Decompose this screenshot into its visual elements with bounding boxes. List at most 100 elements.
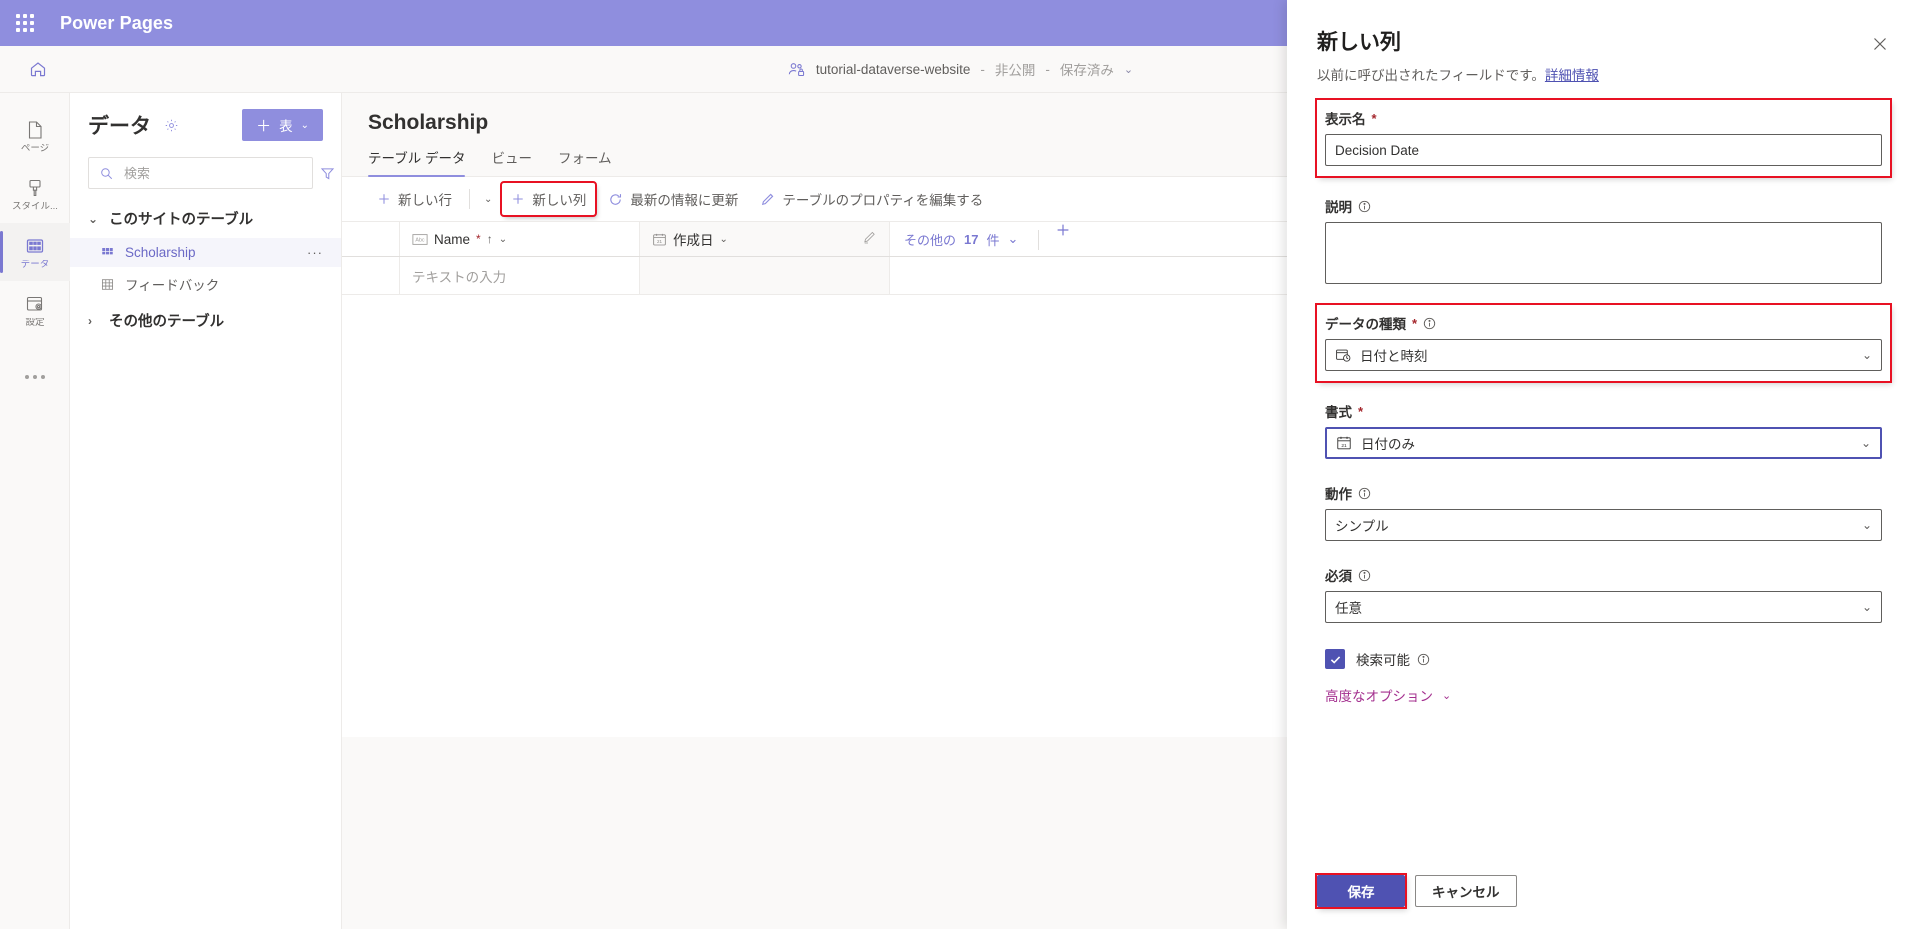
sidebar-item-data[interactable]: データ [0, 223, 70, 281]
brand-title: Power Pages [60, 13, 173, 34]
refresh-icon [608, 192, 623, 207]
required-marker: * [1372, 111, 1377, 126]
field-data-type: データの種類 * [1317, 305, 1890, 381]
description-textarea[interactable] [1325, 222, 1882, 284]
behavior-select[interactable]: シンプル ⌄ [1325, 509, 1882, 541]
tree-item-overflow-icon[interactable]: ··· [307, 245, 323, 260]
chevron-down-icon: ⌄ [1861, 436, 1871, 450]
app-launcher-icon[interactable] [16, 14, 34, 32]
sidebar-item-settings[interactable]: 設定 [0, 281, 70, 339]
page-icon [24, 119, 46, 141]
sidebar-item-label: 設定 [25, 318, 44, 328]
data-type-select[interactable]: 日付と時刻 ⌄ [1325, 339, 1882, 371]
tab-table-data[interactable]: テーブル データ [368, 147, 465, 176]
cell-created-on[interactable] [640, 257, 890, 294]
search-row [70, 151, 341, 199]
tab-views[interactable]: ビュー [491, 147, 532, 176]
tree-item-label: Scholarship [125, 245, 196, 260]
required-value: 任意 [1335, 597, 1362, 617]
new-column-button[interactable]: 新しい列 [502, 183, 595, 215]
format-label: 書式 [1325, 401, 1352, 421]
column-header-label: Name [434, 232, 470, 247]
add-column-button[interactable] [1045, 222, 1081, 256]
display-name-input[interactable] [1325, 134, 1882, 166]
new-row-button[interactable]: 新しい行 [368, 183, 461, 215]
advanced-options-link[interactable]: 高度なオプション ⌄ [1317, 673, 1459, 705]
plus-icon [377, 192, 391, 206]
left-rail: ページ スタイル... データ [0, 93, 70, 929]
required-select[interactable]: 任意 ⌄ [1325, 591, 1882, 623]
chevron-down-icon: ⌄ [1008, 231, 1019, 247]
column-header-label: 作成日 [673, 229, 714, 249]
cancel-button[interactable]: キャンセル [1415, 875, 1517, 907]
people-lock-icon [787, 60, 806, 79]
sidebar-item-styling[interactable]: スタイル... [0, 165, 70, 223]
refresh-button[interactable]: 最新の情報に更新 [599, 183, 747, 215]
info-icon[interactable] [1358, 487, 1371, 500]
more-ellipsis-icon[interactable] [0, 353, 70, 401]
tree-group-other-tables[interactable]: › その他のテーブル [70, 301, 341, 340]
grid-filled-icon [100, 245, 115, 260]
toolbar-divider [469, 189, 470, 209]
close-icon[interactable] [1866, 30, 1894, 58]
save-button[interactable]: 保存 [1317, 875, 1405, 907]
search-icon [99, 166, 114, 181]
chevron-down-icon[interactable]: ⌄ [499, 234, 507, 245]
refresh-label: 最新の情報に更新 [630, 189, 738, 209]
chevron-right-icon: › [88, 314, 100, 328]
column-header-name[interactable]: Abc Name * ↑ ⌄ [400, 222, 640, 256]
searchable-checkbox[interactable] [1325, 649, 1345, 669]
more-columns-count: 17 [964, 232, 978, 247]
chevron-down-icon: ⌄ [1862, 600, 1872, 614]
tree-group-site-tables[interactable]: ⌄ このサイトのテーブル [70, 199, 341, 238]
format-select[interactable]: 21 日付のみ ⌄ [1325, 427, 1882, 459]
column-header-created-on[interactable]: 21 作成日 ⌄ [640, 222, 890, 256]
panel-subtitle-text: 以前に呼び出されたフィールドです。 [1317, 68, 1545, 83]
site-visibility: 非公開 [995, 59, 1036, 79]
required-marker: * [1358, 404, 1363, 419]
more-columns-button[interactable]: その他の 17 件 ⌄ [890, 222, 1032, 256]
required-marker: * [1412, 316, 1417, 331]
new-table-button[interactable]: ＋ 表 ⌄ [242, 109, 323, 141]
site-info[interactable]: tutorial-dataverse-website - 非公開 - 保存済み … [787, 59, 1133, 79]
sidebar-item-label: データ [21, 260, 50, 270]
edit-column-icon[interactable] [862, 230, 877, 248]
search-box[interactable] [88, 157, 313, 189]
info-icon[interactable] [1417, 653, 1430, 666]
sidebar-item-label: スタイル... [12, 202, 58, 212]
field-behavior: 動作 シンプル ⌄ [1317, 475, 1890, 551]
filter-icon[interactable] [319, 157, 336, 189]
search-input[interactable] [122, 165, 302, 182]
tree-item-scholarship[interactable]: Scholarship ··· [70, 238, 341, 267]
new-row-chevron-down-icon[interactable]: ⌄ [478, 194, 498, 205]
tab-forms[interactable]: フォーム [558, 147, 612, 176]
panel-body: 表示名 * 説明 [1287, 84, 1920, 875]
chevron-down-icon[interactable]: ⌄ [1124, 63, 1133, 76]
field-display-name: 表示名 * [1317, 100, 1890, 176]
new-row-label: 新しい行 [398, 189, 452, 209]
panel-title: 新しい列 [1317, 26, 1890, 56]
edit-table-properties-button[interactable]: テーブルのプロパティを編集する [751, 183, 992, 215]
display-name-label: 表示名 [1325, 108, 1366, 128]
panel-footer: 保存 キャンセル [1287, 875, 1920, 929]
info-icon[interactable] [1423, 317, 1436, 330]
site-sep-1: - [980, 62, 985, 77]
data-type-value: 日付と時刻 [1360, 345, 1428, 365]
settings-icon [24, 293, 46, 315]
grid-header-divider [1038, 230, 1039, 250]
tree-item-feedback[interactable]: フィードバック [70, 267, 341, 301]
calendar-icon: 21 [652, 232, 667, 247]
learn-more-link[interactable]: 詳細情報 [1545, 68, 1599, 83]
info-icon[interactable] [1358, 200, 1371, 213]
home-icon[interactable] [14, 46, 62, 92]
chevron-down-icon: ⌄ [1862, 518, 1872, 532]
field-label: 必須 [1325, 565, 1882, 585]
field-searchable: 検索可能 [1317, 639, 1890, 673]
gear-icon[interactable] [163, 117, 180, 134]
chevron-down-icon[interactable]: ⌄ [720, 234, 728, 245]
chevron-down-icon: ⌄ [1862, 348, 1872, 362]
searchable-label-wrap: 検索可能 [1356, 649, 1430, 669]
info-icon[interactable] [1358, 569, 1371, 582]
sidebar-item-pages[interactable]: ページ [0, 107, 70, 165]
cell-name[interactable]: テキストの入力 [400, 257, 640, 294]
